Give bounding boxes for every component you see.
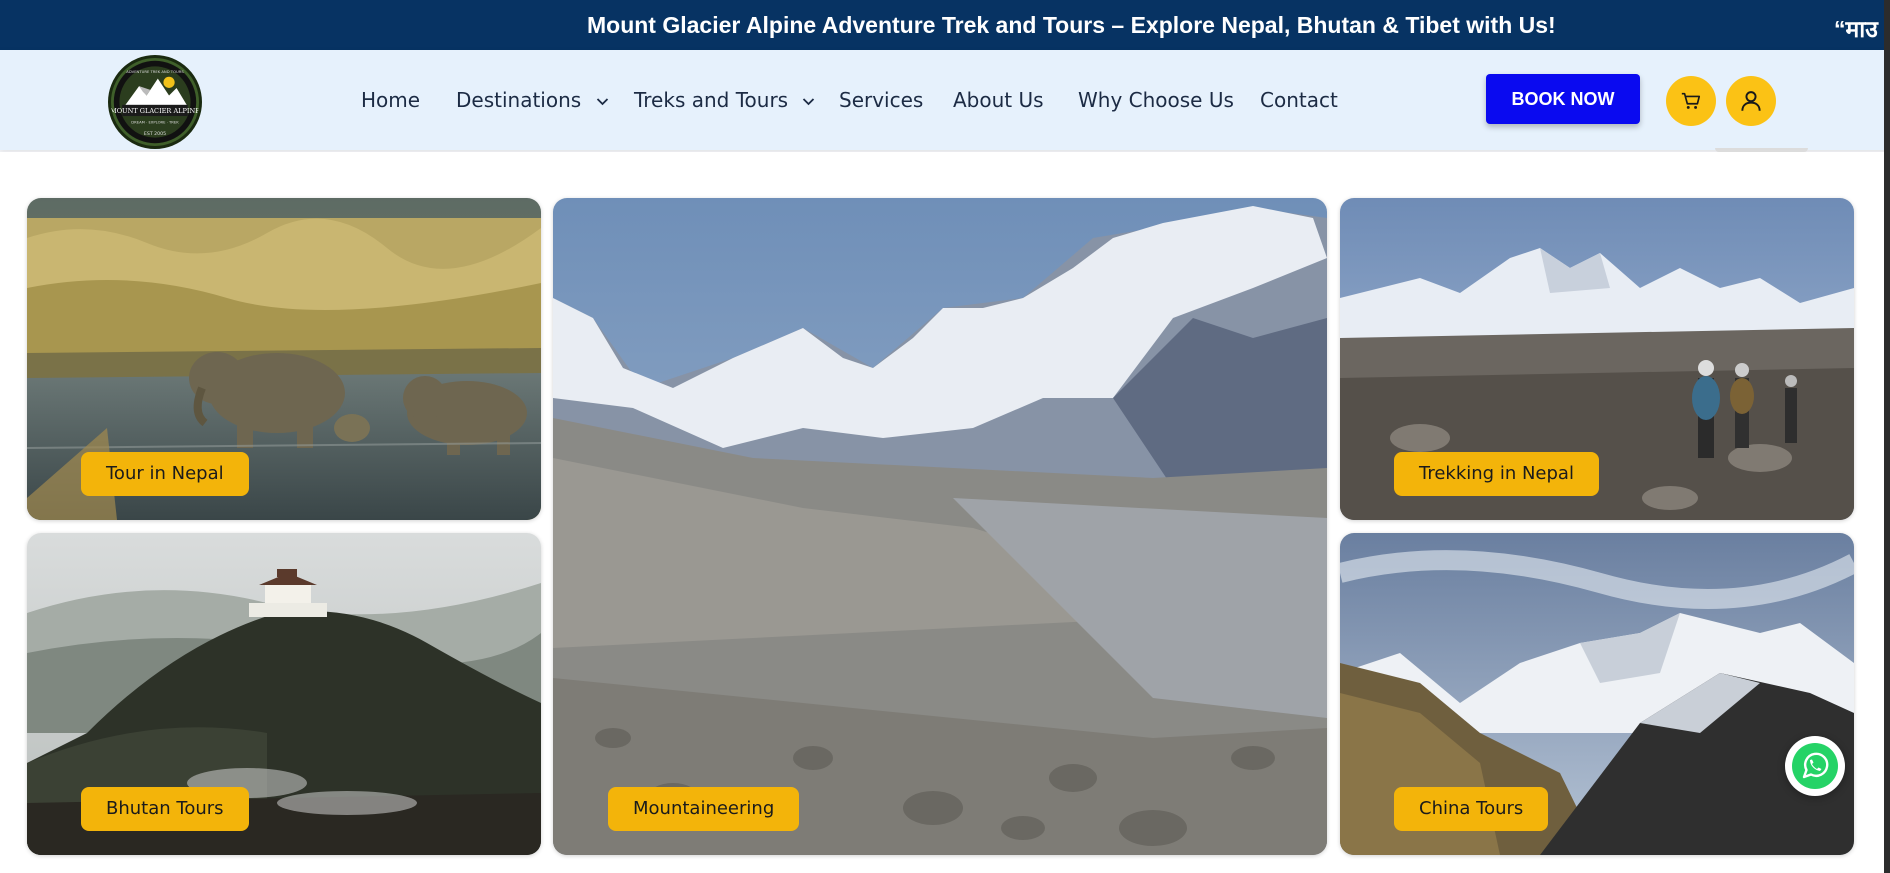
nav-about-us[interactable]: About Us [953, 88, 1044, 112]
card-label-bhutan-tours: Bhutan Tours [81, 787, 249, 831]
card-mountaineering[interactable]: Mountaineering [553, 198, 1327, 855]
nav-contact-label: Contact [1260, 88, 1338, 112]
card-label-trekking-in-nepal: Trekking in Nepal [1394, 452, 1599, 496]
card-bhutan-tours[interactable]: Bhutan Tours [27, 533, 541, 855]
site-header: MOUNT GLACIER ALPINE DREAM · EXPLORE · T… [0, 50, 1890, 150]
nav-destinations-label: Destinations [456, 88, 582, 112]
card-label-china-tours: China Tours [1394, 787, 1549, 831]
book-now-button[interactable]: BOOK NOW [1486, 74, 1640, 124]
nav-treks-and-tours-label: Treks and Tours [634, 88, 789, 112]
announcement-bar: Mount Glacier Alpine Adventure Trek and … [0, 0, 1890, 50]
chevron-down-icon [596, 98, 608, 106]
nav-services[interactable]: Services [839, 88, 923, 112]
announcement-text: Mount Glacier Alpine Adventure Trek and … [587, 12, 1556, 38]
nav-treks-and-tours[interactable]: Treks and Tours [634, 88, 815, 112]
site-logo[interactable]: MOUNT GLACIER ALPINE DREAM · EXPLORE · T… [108, 55, 202, 149]
window-edge [1884, 0, 1890, 873]
card-trekking-in-nepal[interactable]: Trekking in Nepal [1340, 198, 1854, 520]
nav-why-choose-us-label: Why Choose Us [1078, 88, 1234, 112]
card-label-mountaineering: Mountaineering [608, 787, 800, 831]
user-account-button[interactable] [1726, 76, 1776, 126]
user-icon [1741, 91, 1761, 111]
glacier-valley-image [553, 198, 1327, 855]
card-label-tour-in-nepal: Tour in Nepal [81, 452, 249, 496]
nav-destinations[interactable]: Destinations [456, 88, 609, 112]
nav-about-us-label: About Us [953, 88, 1044, 112]
card-tour-in-nepal[interactable]: Tour in Nepal [27, 198, 541, 520]
nav-home[interactable]: Home [361, 88, 420, 112]
cart-button[interactable] [1666, 76, 1716, 126]
whatsapp-chat-button[interactable] [1785, 736, 1845, 796]
whatsapp-icon [1792, 743, 1838, 789]
logo-name-text: MOUNT GLACIER ALPINE [111, 107, 199, 115]
chevron-down-icon [803, 98, 815, 106]
logo-tagline-text: DREAM · EXPLORE · TREK [131, 121, 179, 125]
logo-top-text: ADVENTURE TREK AND TOURS [126, 70, 184, 74]
nav-contact[interactable]: Contact [1260, 88, 1338, 112]
logo-est-text: EST 2005 [144, 131, 166, 137]
nav-home-label: Home [361, 88, 421, 112]
destination-grid: Tour in Nepal Mountaineering Trekking in… [0, 152, 1890, 873]
card-china-tours[interactable]: China Tours [1340, 533, 1854, 855]
announcement-next-text: “माउ [1834, 16, 1878, 42]
nav-why-choose-us[interactable]: Why Choose Us [1078, 88, 1234, 112]
nav-services-label: Services [839, 88, 924, 112]
cart-icon [1681, 92, 1701, 109]
